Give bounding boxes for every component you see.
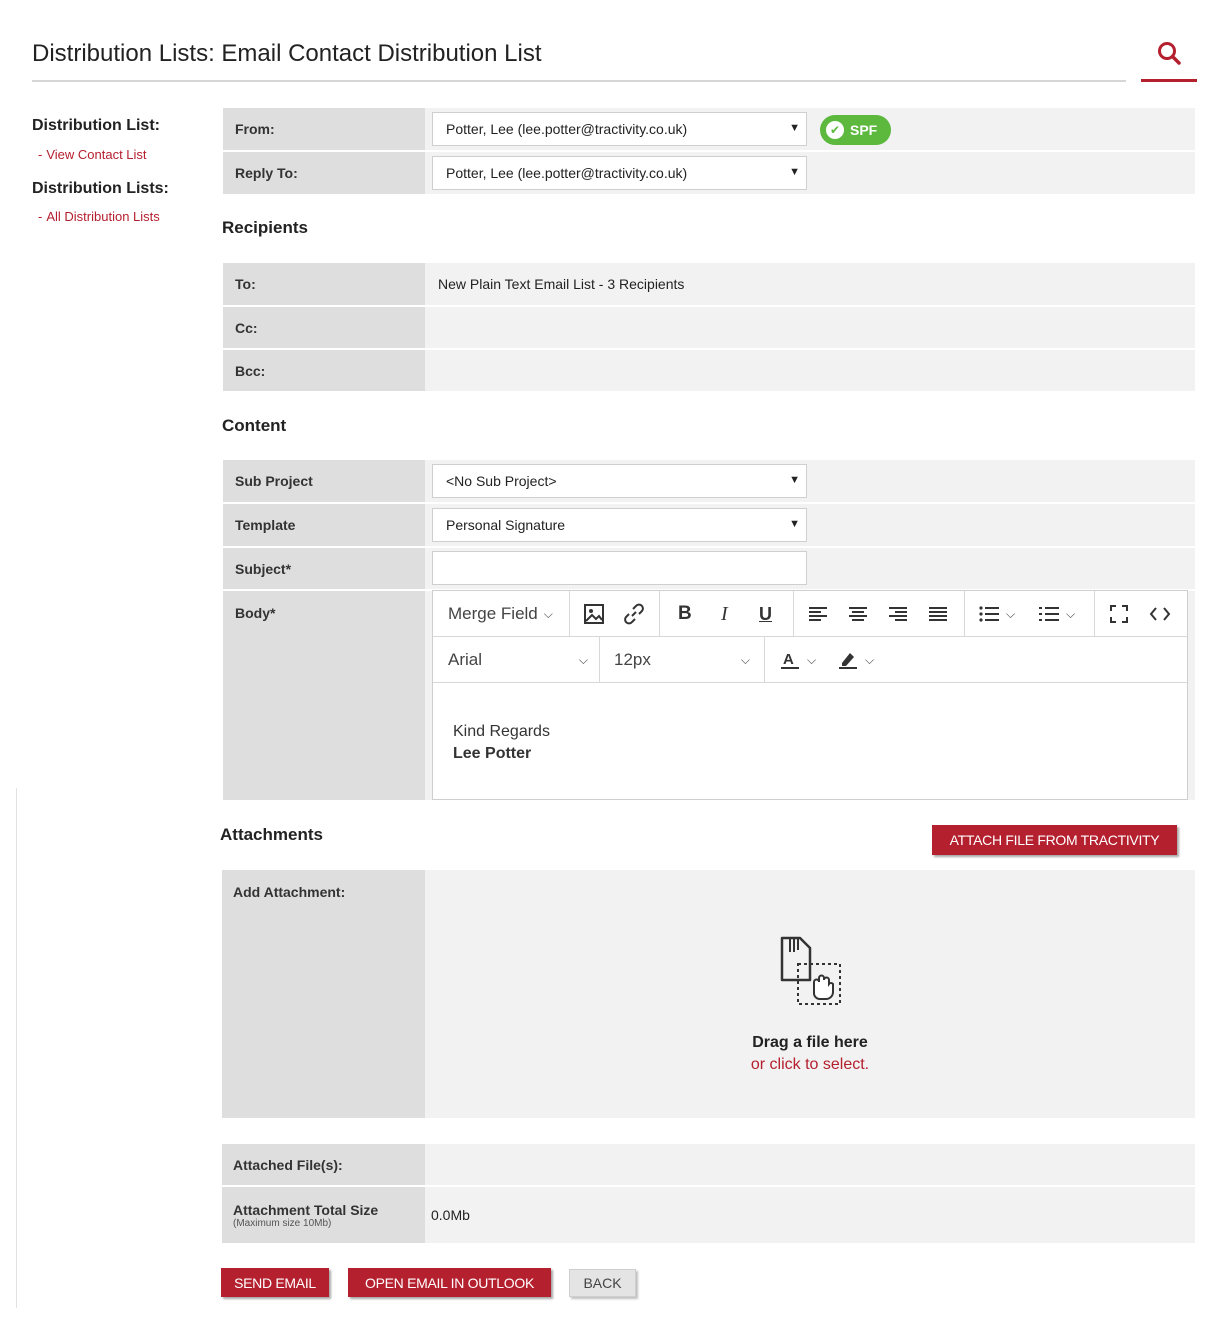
back-button[interactable]: BACK — [569, 1269, 636, 1297]
bcc-row: Bcc: — [223, 350, 1195, 391]
bullet-list-icon[interactable]: ⌵ — [978, 591, 1015, 637]
sidebar-heading-distribution-list: Distribution List: — [32, 117, 160, 134]
dropdown-caret-icon: ▼ — [789, 122, 800, 134]
chevron-down-icon: ⌵ — [740, 652, 750, 667]
recipients-heading: Recipients — [222, 218, 308, 237]
underline-icon[interactable]: U — [759, 591, 772, 637]
page-title: Distribution Lists: Email Contact Distri… — [32, 40, 542, 67]
drop-zone-click-to-select[interactable]: or click to select. — [425, 1056, 1195, 1074]
dropdown-caret-icon: ▼ — [789, 474, 800, 486]
image-icon[interactable] — [583, 591, 605, 637]
body-label: Body* — [223, 591, 425, 800]
bcc-label: Bcc: — [223, 350, 425, 391]
attached-files-label: Attached File(s): — [222, 1144, 425, 1185]
title-divider — [32, 80, 1126, 82]
sub-project-label: Sub Project — [223, 460, 425, 502]
template-select[interactable]: Personal Signature ▼ — [432, 508, 807, 542]
attached-files-row: Attached File(s): — [222, 1144, 1195, 1185]
sidebar-link-view-contact-list[interactable]: - View Contact List — [38, 147, 147, 162]
dropdown-caret-icon: ▼ — [789, 518, 800, 530]
italic-icon[interactable]: I — [721, 591, 728, 637]
toolbar-separator — [764, 637, 765, 683]
sub-project-select[interactable]: <No Sub Project> ▼ — [432, 464, 807, 498]
toolbar-separator — [793, 591, 794, 637]
svg-text:A: A — [783, 651, 794, 668]
send-email-button[interactable]: SEND EMAIL — [221, 1268, 329, 1297]
content-heading: Content — [222, 416, 287, 435]
sidebar-link-all-distribution-lists[interactable]: - All Distribution Lists — [38, 209, 160, 224]
chevron-down-icon: ⌵ — [578, 652, 588, 667]
merge-field-dropdown[interactable]: Merge Field ⌵ — [448, 591, 553, 637]
from-select[interactable]: Potter, Lee (lee.potter@tractivity.co.uk… — [432, 112, 807, 146]
sub-project-row: Sub Project <No Sub Project> ▼ — [223, 460, 1195, 502]
add-attachment-row: Add Attachment: — [222, 870, 425, 1118]
chevron-down-icon: ⌵ — [807, 652, 817, 667]
drag-file-icon — [780, 936, 841, 1005]
from-label: From: — [223, 108, 425, 150]
align-left-icon[interactable] — [808, 591, 828, 637]
subject-input[interactable] — [432, 551, 807, 585]
subject-label: Subject* — [223, 548, 425, 589]
dropdown-caret-icon: ▼ — [789, 166, 800, 178]
toolbar-separator — [659, 591, 660, 637]
body-signature-name: Lee Potter — [453, 745, 532, 762]
attachment-size-value: 0.0Mb — [431, 1207, 470, 1223]
to-row: To: New Plain Text Email List - 3 Recipi… — [223, 263, 1195, 305]
subject-row: Subject* — [223, 548, 1195, 589]
chevron-down-icon: ⌵ — [543, 606, 553, 621]
check-icon: ✔ — [826, 121, 844, 139]
chevron-down-icon: ⌵ — [865, 652, 875, 667]
toolbar-separator — [964, 591, 965, 637]
code-view-icon[interactable] — [1149, 591, 1171, 637]
chevron-down-icon: ⌵ — [1006, 606, 1016, 621]
font-family-dropdown[interactable]: Arial ⌵ — [448, 637, 588, 683]
link-icon[interactable] — [623, 591, 645, 637]
open-email-in-outlook-button[interactable]: OPEN EMAIL IN OUTLOOK — [348, 1268, 551, 1297]
highlight-icon[interactable]: ⌵ — [837, 637, 874, 683]
reply-to-select[interactable]: Potter, Lee (lee.potter@tractivity.co.uk… — [432, 156, 807, 190]
cc-label: Cc: — [223, 307, 425, 348]
font-size-dropdown[interactable]: 12px ⌵ — [614, 637, 750, 683]
body-text-line: Kind Regards — [453, 723, 550, 740]
spf-badge: ✔ SPF — [820, 115, 891, 145]
reply-to-row: Reply To: Potter, Lee (lee.potter@tracti… — [223, 152, 1195, 194]
left-border-line — [16, 788, 17, 1308]
drop-zone-title: Drag a file here — [752, 1034, 868, 1051]
to-label: To: — [223, 263, 425, 305]
toolbar-separator — [1094, 591, 1095, 637]
file-drop-zone[interactable]: Drag a file here or click to select. — [425, 870, 1195, 1118]
sidebar-heading-distribution-lists: Distribution Lists: — [32, 180, 169, 197]
align-justify-icon[interactable] — [928, 591, 948, 637]
fullscreen-icon[interactable] — [1109, 591, 1129, 637]
toolbar-separator — [599, 637, 600, 683]
bold-icon[interactable]: B — [678, 591, 692, 637]
template-label: Template — [223, 504, 425, 546]
search-button[interactable] — [1141, 36, 1197, 82]
attachments-heading: Attachments — [220, 825, 323, 844]
toolbar-separator — [569, 591, 570, 637]
attach-file-from-tractivity-button[interactable]: ATTACH FILE FROM TRACTIVITY — [932, 825, 1177, 855]
add-attachment-label: Add Attachment: — [222, 870, 425, 1118]
from-row: From: Potter, Lee (lee.potter@tractivity… — [223, 108, 1195, 150]
template-row: Template Personal Signature ▼ — [223, 504, 1195, 546]
body-editor[interactable]: Merge Field ⌵ B I U ⌵ ⌵ Arial ⌵ 12px ⌵ A… — [432, 590, 1188, 800]
cc-row: Cc: — [223, 307, 1195, 348]
attachment-size-row: Attachment Total Size (Maximum size 10Mb… — [222, 1187, 1195, 1243]
reply-to-label: Reply To: — [223, 152, 425, 194]
editor-toolbar-row2: Arial ⌵ 12px ⌵ A ⌵ ⌵ — [433, 637, 1187, 683]
editor-content[interactable]: Kind Regards Lee Potter — [453, 721, 550, 765]
chevron-down-icon: ⌵ — [1066, 606, 1076, 621]
font-color-icon[interactable]: A ⌵ — [779, 637, 816, 683]
numbered-list-icon[interactable]: ⌵ — [1038, 591, 1075, 637]
align-right-icon[interactable] — [888, 591, 908, 637]
align-center-icon[interactable] — [848, 591, 868, 637]
editor-toolbar-row1: Merge Field ⌵ B I U ⌵ ⌵ — [433, 591, 1187, 637]
search-icon — [1158, 42, 1181, 65]
to-value: New Plain Text Email List - 3 Recipients — [438, 276, 685, 292]
attachment-size-label: Attachment Total Size (Maximum size 10Mb… — [222, 1187, 425, 1243]
